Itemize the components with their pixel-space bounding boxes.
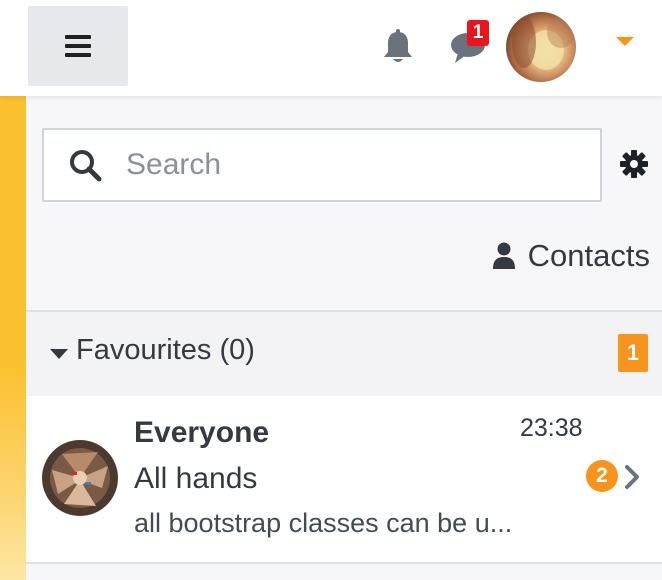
caret-down-icon	[50, 349, 68, 359]
search-box[interactable]	[42, 128, 602, 202]
user-menu-caret-icon[interactable]	[616, 37, 634, 46]
person-icon	[492, 242, 515, 269]
conversation-time: 23:38	[520, 414, 583, 442]
group-avatar-image	[42, 440, 118, 516]
user-avatar[interactable]	[506, 12, 576, 82]
messaging-drawer: Contacts Favourites (0) 1 Everyone 23:38…	[26, 96, 662, 580]
hamburger-icon	[65, 35, 91, 57]
contacts-link[interactable]: Contacts	[492, 236, 650, 276]
gear-icon[interactable]	[620, 150, 648, 178]
favourites-section-header[interactable]: Favourites (0) 1	[26, 310, 662, 398]
chevron-right-icon	[625, 465, 639, 489]
user-avatar-image	[512, 16, 575, 70]
conversation-name: Everyone	[134, 416, 270, 449]
contacts-label: Contacts	[527, 238, 650, 273]
conversation-preview: all bootstrap classes can be u...	[134, 508, 513, 538]
conversation-item-everyone[interactable]: Everyone 23:38 All hands all bootstrap c…	[26, 396, 662, 564]
menu-toggle-button[interactable]	[28, 6, 128, 86]
conversation-subtitle: All hands	[134, 462, 258, 495]
bell-icon[interactable]	[380, 28, 416, 66]
top-navbar: 1	[0, 0, 662, 96]
unread-count-badge: 2	[586, 460, 618, 492]
search-icon	[70, 150, 102, 182]
favourites-label: Favourites (0)	[76, 334, 255, 366]
favourites-count-badge: 1	[618, 334, 648, 372]
messages-count-badge: 1	[467, 20, 489, 46]
search-input[interactable]	[124, 140, 588, 190]
page-edge-accent	[0, 96, 26, 580]
group-avatar	[42, 440, 118, 516]
